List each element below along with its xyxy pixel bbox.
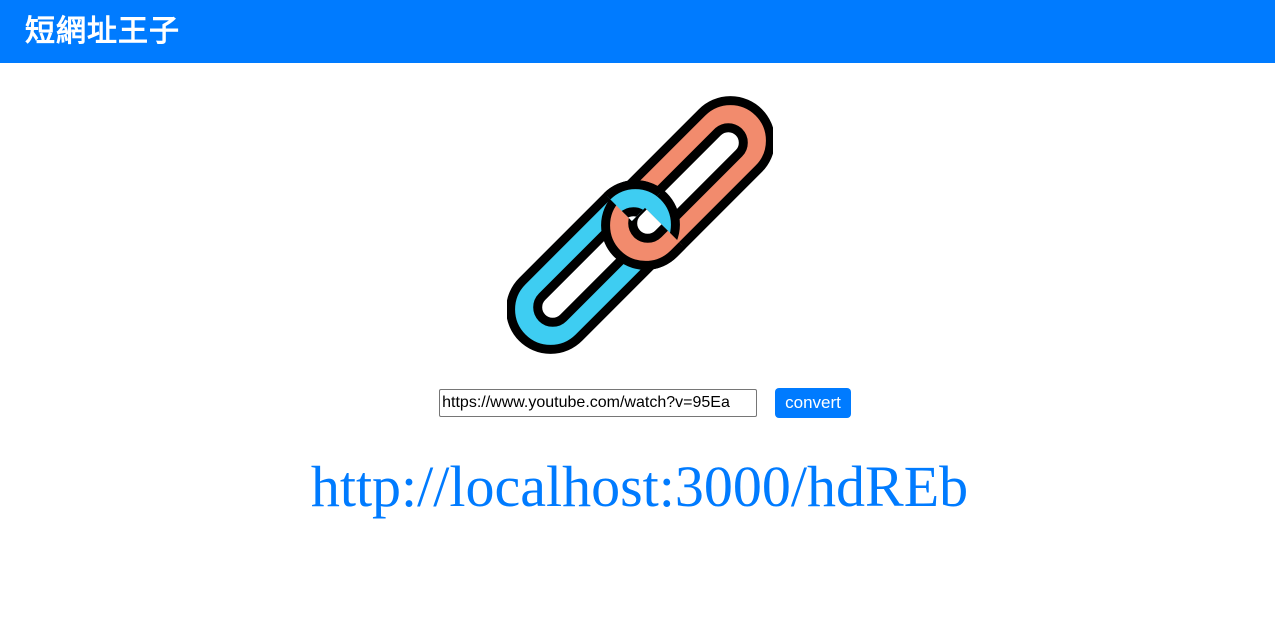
brand-title[interactable]: 短網址王子 — [25, 16, 180, 47]
shorten-form: convert — [0, 388, 1275, 418]
convert-button[interactable]: convert — [775, 388, 851, 418]
short-url-result: http://localhost:3000/hdREb — [0, 452, 1275, 522]
url-input[interactable] — [439, 389, 758, 417]
top-navbar: 短網址王子 — [0, 0, 1275, 63]
short-url-link[interactable]: http://localhost:3000/hdREb — [311, 454, 968, 519]
chain-link-icon — [507, 96, 773, 354]
